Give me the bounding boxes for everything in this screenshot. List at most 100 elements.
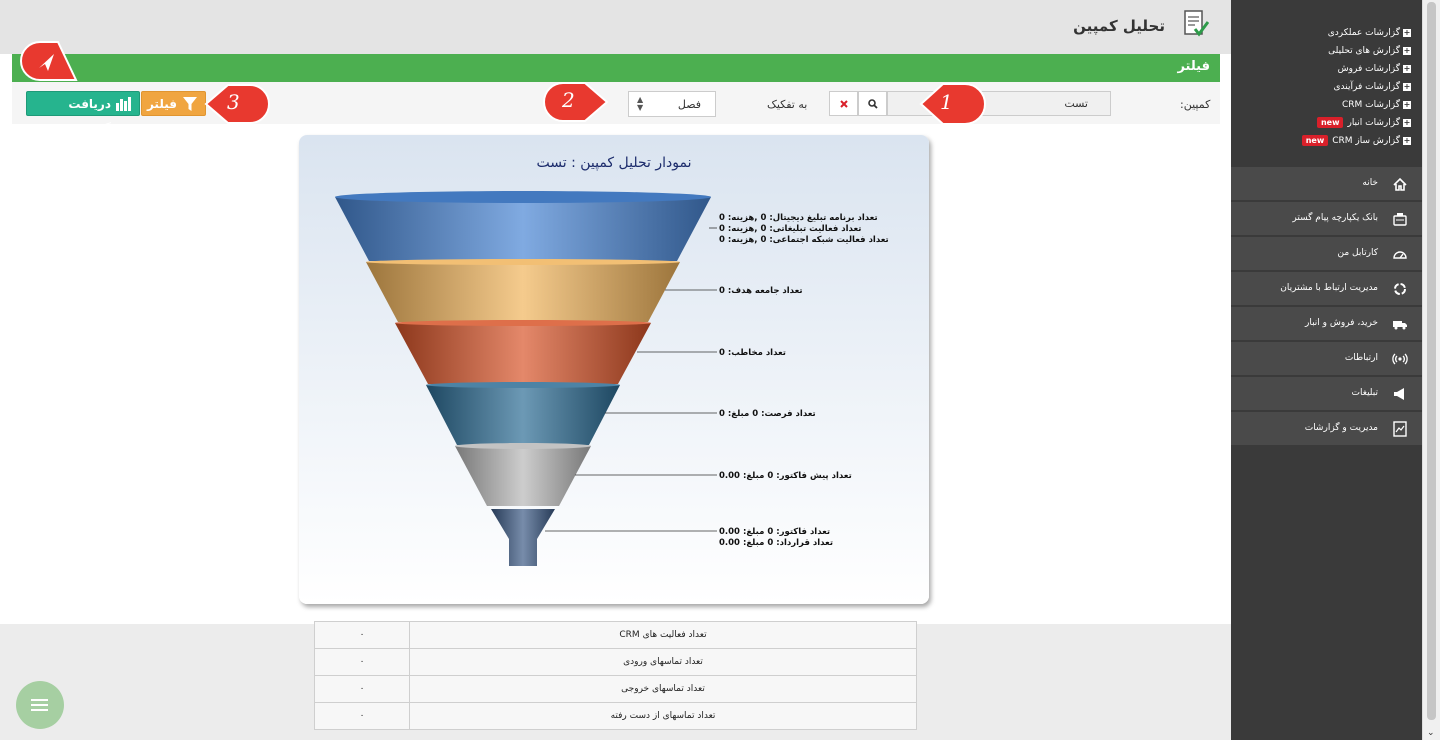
sidebar-menu-label: مدیریت و گزارشات [1304,423,1378,433]
funnel-stage-label: تعداد قرارداد: 0 مبلغ: 0.00 [719,538,833,548]
campaign-clear-button[interactable] [829,91,858,116]
filter-header[interactable]: فیلتر [12,54,1220,82]
sidebar-menu-label: ارتباطات [1344,353,1378,363]
campaign-search-button[interactable] [858,91,887,116]
expand-plus-icon: + [1403,99,1411,109]
get-report-button[interactable]: دریافت گزارش [26,91,140,136]
megaphone-icon [1394,388,1404,400]
funnel-stage: تعداد برنامه تبلیغ دیجیتال: 0 ,هزینه: 0ت… [335,191,889,261]
floating-menu-button[interactable] [16,681,64,729]
funnel-stage-top [426,382,620,388]
expand-plus-icon: + [1403,81,1411,91]
sidebar-menu-label: خانه [1362,178,1378,188]
top-bar: تحلیل کمپین [0,0,1231,54]
funnel-stage-top [335,191,711,203]
funnel-stage: تعداد پیش فاکتور: 0 مبلغ: 0.00 [455,443,852,506]
stats-label: تعداد تماسهای از دست رفته [409,702,917,730]
sidebar-sub-item-label: گزارش ساز CRM [1332,136,1400,146]
sidebar-menu-item[interactable]: ارتباطات [1231,342,1422,376]
scroll-down-icon[interactable]: ⌄ [1427,728,1435,738]
sidebar-menu-item[interactable]: خرید، فروش و انبار [1231,307,1422,341]
chart-title: نمودار تحلیل کمپین : تست [536,155,691,171]
get-report-button-label: دریافت گزارش [68,97,111,136]
home-icon [1393,177,1407,191]
sidebar-sub-item[interactable]: +گزارشات عملکردی [1328,26,1411,40]
funnel-stage-shape [366,262,680,322]
sidebar-menu-item[interactable]: بانک یکپارچه پیام گستر [1231,202,1422,236]
stats-value: ۰ [314,702,410,730]
stats-label: تعداد تماسهای ورودی [409,648,917,676]
expand-plus-icon: + [1403,45,1411,55]
sidebar-menu-item[interactable]: خانه [1231,167,1422,201]
sidebar-menu-item[interactable]: مدیریت ارتباط با مشتریان [1231,272,1422,306]
funnel-stage-label: تعداد فاکتور: 0 مبلغ: 0.00 [719,527,830,537]
signal-icon [1392,353,1408,365]
filter-button[interactable]: فیلتر [141,91,206,116]
funnel-stage-label: تعداد فعالیت شبکه اجتماعی: 0 ,هزینه: 0 [719,235,889,245]
funnel-stage-shape [491,509,555,566]
stats-row: تعداد تماسهای از دست رفته ۰ [314,702,917,730]
breakdown-label: به تفکیک [767,98,808,111]
sidebar-sub-item[interactable]: +گزارشات انبارnew [1316,116,1411,130]
sidebar-sub-item[interactable]: +گزارشات CRM [1342,98,1411,112]
select-arrows-icon: ▲ ▼ [637,95,644,112]
funnel-stage-top [455,443,591,449]
new-badge: new [1316,117,1344,128]
breakdown-select[interactable]: فصل ▲ ▼ [628,91,716,117]
funnel-stage-label: تعداد جامعه هدف: 0 [719,286,803,296]
filter-button-label: فیلتر [146,97,177,111]
sidebar-sub-item[interactable]: +گزارش ساز CRMnew [1301,134,1411,148]
sidebar-menu-item[interactable]: تبلیغات [1231,377,1422,411]
filter-header-label: فیلتر [1177,59,1210,74]
tour-guide-marker[interactable] [20,40,78,86]
campaign-label: کمپین: [1180,98,1211,111]
funnel-stage-shape [455,446,591,506]
stats-label: تعداد فعالیت های CRM [409,621,917,649]
sidebar-sub-item[interactable]: +گزارشات فروش [1338,62,1411,76]
stats-value: ۰ [314,621,410,649]
sidebar-menu-label: کارتابل من [1337,248,1378,258]
stats-label: تعداد تماسهای خروجی [409,675,917,703]
sidebar-menu-label: خرید، فروش و انبار [1304,318,1378,328]
tour-marker-1-number: 1 [940,90,953,114]
stats-row: تعداد تماسهای خروجی ۰ [314,675,917,703]
scrollbar-thumb[interactable] [1427,2,1436,720]
funnel-stage-label: تعداد برنامه تبلیغ دیجیتال: 0 ,هزینه: 0 [719,213,878,223]
close-icon [839,100,848,108]
sidebar-sub-item[interactable]: +گزارشات فرآیندی [1334,80,1411,94]
sidebar-menu-item[interactable]: مدیریت و گزارشات [1231,412,1422,446]
funnel-stage: تعداد جامعه هدف: 0 [366,259,803,322]
scrollbar[interactable]: ⌄ [1422,0,1440,740]
menu-icon [31,699,48,701]
stats-row: تعداد فعالیت های CRM ۰ [314,621,917,649]
funnel-chart-panel: نمودار تحلیل کمپین : تست تعداد برنامه تب… [299,135,929,604]
funnel-stage-label: تعداد پیش فاکتور: 0 مبلغ: 0.00 [719,471,852,481]
funnel-stage-shape [335,197,711,261]
sidebar-sub-item[interactable]: +گزارش های تحلیلی [1328,44,1411,58]
main-area: تحلیل کمپین فیلتر کمپین: به تفکیک فصل ▲▼… [0,0,1231,740]
sidebar: +گزارشات عملکردی +گزارش های تحلیلی +گزارشا… [1231,0,1422,740]
sidebar-sub-item-label: گزارشات فرآیندی [1333,82,1400,92]
funnel-chart: نمودار تحلیل کمپین : تست تعداد برنامه تب… [335,155,889,566]
sidebar-sub-item-label: گزارش های تحلیلی [1328,46,1400,56]
bank-icon [1393,213,1407,226]
page-title: تحلیل کمپین [1073,17,1165,35]
breakdown-select-value: فصل [677,98,701,111]
stats-value: ۰ [314,648,410,676]
sidebar-sub-item-label: گزارشات CRM [1341,100,1400,110]
search-icon [867,99,878,109]
sidebar-sub-item-label: گزارشات انبار [1347,118,1400,128]
stats-table: تعداد فعالیت های CRM ۰ تعداد تماسهای ورودی… [314,621,917,730]
sidebar-menu-item[interactable]: کارتابل من [1231,237,1422,271]
funnel-stage-top [366,259,680,265]
funnel-stage-label: تعداد فرصت: 0 مبلغ: 0 [719,409,816,419]
funnel-stage: تعداد فرصت: 0 مبلغ: 0 [426,382,816,445]
tour-marker-2[interactable] [543,81,609,123]
funnel-stage-label: تعداد فعالیت تبلیغاتی: 0 ,هزینه: 0 [719,224,861,234]
funnel-stage: تعداد مخاطب: 0 [395,320,786,384]
dashboard-icon [1393,251,1407,259]
funnel-stage-shape [426,385,620,445]
funnel-stage-shape [395,323,651,384]
expand-plus-icon: + [1403,63,1411,73]
report-icon [1393,421,1407,437]
